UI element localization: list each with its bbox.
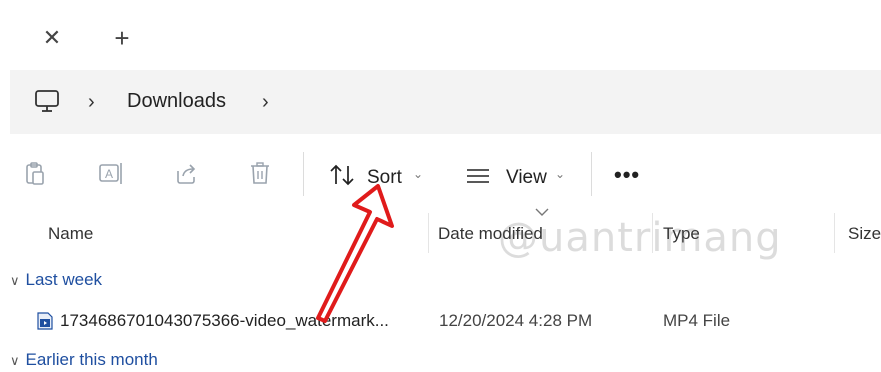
red-annotation-arrow bbox=[316, 184, 394, 323]
